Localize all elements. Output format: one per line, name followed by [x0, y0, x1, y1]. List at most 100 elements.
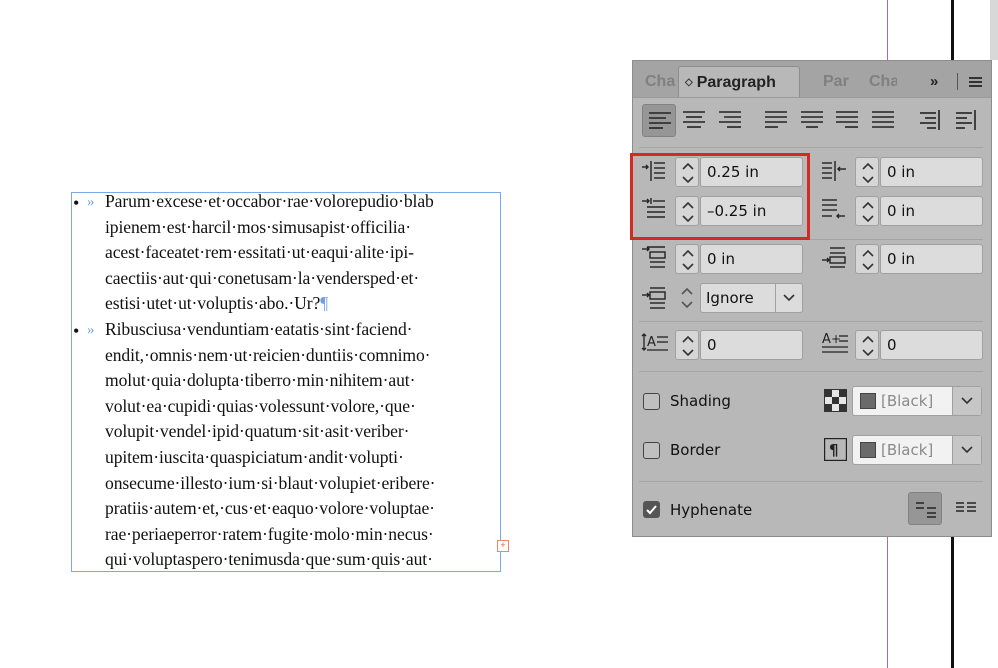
- paragraph-end-mark: ¶: [320, 293, 329, 314]
- justify-all-button[interactable]: [866, 104, 900, 137]
- tab-overflow-icon[interactable]: »: [930, 66, 938, 97]
- shading-label: Shading: [670, 392, 731, 410]
- border-color-select[interactable]: [Black]: [852, 435, 982, 465]
- drop-cap-lines-stepper[interactable]: [675, 330, 699, 360]
- space-after-icon: [821, 246, 847, 272]
- shading-color-select[interactable]: [Black]: [852, 386, 982, 416]
- tab-separator: [957, 73, 958, 90]
- text-line: qui·voluptaspero·tenimusda·que·sum·quis·…: [105, 549, 433, 570]
- space-after-stepper[interactable]: [855, 244, 879, 274]
- align-toward-spine-icon: [920, 110, 940, 130]
- overset-text-icon[interactable]: +: [497, 540, 509, 552]
- right-indent-icon: [821, 159, 847, 185]
- align-away-from-spine-button[interactable]: [948, 104, 982, 137]
- align-left-icon: [649, 112, 671, 129]
- text-line: ipienem·est·harcil·mos·simusapist·offici…: [105, 216, 412, 237]
- drop-cap-lines-icon: A: [641, 331, 668, 357]
- align-to-grid-value: Ignore: [706, 289, 754, 307]
- align-to-grid-stepper[interactable]: [675, 283, 699, 313]
- shading-color-chip: [860, 393, 876, 409]
- text-line: rae·periaeperror·ratem·fugite·molo·min·n…: [105, 523, 434, 544]
- paragraph-panel: Cha ◇ Paragraph Par Cha » 0.25 in 0 in –…: [632, 60, 992, 537]
- tab-paragraph[interactable]: ◇ Paragraph: [678, 66, 800, 97]
- shading-swatch-icon[interactable]: [824, 389, 847, 412]
- text-line: molut·quia·dolupta·tiberro·min·nihitem·a…: [105, 370, 416, 391]
- svg-text:A: A: [647, 335, 656, 350]
- tab-reorder-icon: ◇: [685, 77, 693, 88]
- align-right-button[interactable]: [713, 104, 747, 137]
- multi-line-composer-button[interactable]: [949, 492, 983, 525]
- justify-left-icon: [765, 111, 787, 128]
- pasteboard-edge: [990, 0, 998, 60]
- text-line: onsecume·illesto·ium·si·blaut·volupiet·e…: [105, 472, 436, 493]
- checkmark-icon: [646, 505, 657, 515]
- bullet: •: [73, 321, 80, 341]
- justify-right-button[interactable]: [830, 104, 864, 137]
- justify-all-icon: [872, 111, 894, 128]
- text-line: endit,·omnis·nem·ut·reicien·duntiis·comn…: [105, 344, 431, 365]
- space-before-stepper[interactable]: [675, 244, 699, 274]
- shading-checkbox[interactable]: [643, 393, 660, 410]
- space-before-field[interactable]: 0 in: [700, 244, 803, 274]
- text-line: upitem·iuscita·quaspiciatum·andit·volupt…: [105, 446, 404, 467]
- section-divider: [639, 321, 983, 322]
- shading-color-value: [Black]: [881, 392, 934, 410]
- text-line: acest·faceatet·rem·essitati·ut·eaqui·ali…: [105, 242, 414, 263]
- section-divider: [639, 371, 983, 372]
- drop-cap-characters-stepper[interactable]: [855, 330, 879, 360]
- text-line: volupit·vendel·ipid·quatum·sit·asit·veri…: [105, 421, 410, 442]
- text-line: Parum·excese·et·occabor·rae·volorepudio·…: [105, 192, 434, 211]
- align-to-grid-select[interactable]: Ignore: [700, 283, 803, 313]
- last-line-right-indent-stepper[interactable]: [855, 196, 879, 226]
- space-after-field[interactable]: 0 in: [880, 244, 983, 274]
- text-line: volut·ea·cupidi·quias·volessunt·volore,·…: [105, 395, 416, 416]
- chevron-down-icon[interactable]: [952, 387, 981, 415]
- svg-text:A: A: [822, 332, 831, 347]
- right-indent-stepper[interactable]: [855, 157, 879, 187]
- align-to-grid-icon: [641, 286, 667, 312]
- text-line: Ribusciusa·venduntiam·eatatis·sint·facie…: [105, 319, 413, 339]
- text-line: estisi·utet·ut·voluptis·abo.·Ur?¶: [105, 291, 500, 317]
- border-label: Border: [670, 441, 721, 459]
- align-away-from-spine-icon: [956, 110, 976, 130]
- tab-character-styles[interactable]: Cha: [869, 66, 897, 97]
- justify-right-icon: [836, 111, 858, 128]
- hyphenate-checkbox[interactable]: [643, 501, 660, 518]
- tab-marker: »: [87, 194, 95, 210]
- section-divider: [639, 481, 983, 482]
- right-indent-field[interactable]: 0 in: [880, 157, 983, 187]
- multi-line-composer-icon: [956, 502, 976, 512]
- text-line: pratiis·autem·et,·cus·et·eaquo·volore·vo…: [105, 498, 435, 519]
- indent-fields-highlight: [630, 153, 810, 240]
- panel-menu-icon[interactable]: [969, 77, 982, 87]
- align-right-icon: [719, 111, 741, 128]
- text-frame[interactable]: • » Parum·excese·et·occabor·rae·volorepu…: [71, 192, 501, 572]
- tab-character[interactable]: Cha: [645, 66, 677, 97]
- tab-paragraph-styles[interactable]: Par: [823, 66, 851, 97]
- last-line-right-indent-field[interactable]: 0 in: [880, 196, 983, 226]
- align-toward-spine-button[interactable]: [912, 104, 946, 137]
- chevron-down-icon[interactable]: [952, 436, 981, 464]
- paragraph-2[interactable]: Ribusciusa·venduntiam·eatatis·sint·facie…: [105, 317, 500, 571]
- chevron-down-icon[interactable]: [775, 284, 802, 312]
- text-line-content: estisi·utet·ut·voluptis·abo.·Ur?: [105, 293, 321, 314]
- align-center-button[interactable]: [677, 104, 711, 137]
- border-checkbox[interactable]: [643, 442, 660, 459]
- single-line-composer-button[interactable]: [908, 492, 942, 525]
- border-color-value: [Black]: [881, 441, 934, 459]
- svg-text:+: +: [831, 332, 841, 346]
- svg-text:¶: ¶: [829, 441, 839, 459]
- tab-marker: »: [87, 322, 95, 338]
- hyphenate-label: Hyphenate: [670, 501, 753, 519]
- justify-left-button[interactable]: [759, 104, 793, 137]
- drop-cap-lines-field[interactable]: 0: [700, 330, 803, 360]
- drop-cap-characters-field[interactable]: 0: [880, 330, 983, 360]
- paragraph-1[interactable]: Parum·excese·et·occabor·rae·volorepudio·…: [105, 192, 500, 317]
- justify-center-button[interactable]: [795, 104, 829, 137]
- text-line: caectiis·aut·qui·conetusam·la·vendersped…: [105, 267, 420, 288]
- justify-center-icon: [801, 111, 823, 128]
- align-left-button[interactable]: [642, 104, 676, 137]
- tab-paragraph-label: Paragraph: [696, 74, 776, 91]
- section-divider: [639, 147, 983, 148]
- paragraph-border-icon[interactable]: ¶: [823, 437, 848, 462]
